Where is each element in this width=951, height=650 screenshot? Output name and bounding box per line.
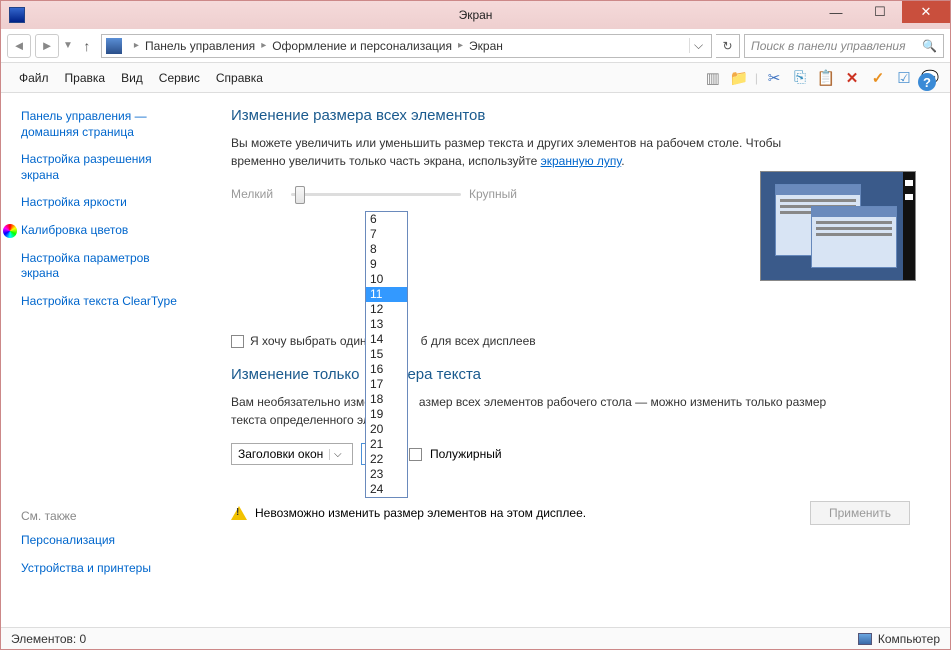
paste-icon[interactable]: 📋 [816,68,836,88]
copy-icon[interactable]: ⎘ [790,68,810,88]
heading-text-only: Изменение толькоера текста [231,366,930,383]
slider-label-small: Мелкий [231,187,283,201]
dropdown-option[interactable]: 7 [366,227,407,242]
checkbox-bold[interactable] [409,448,422,461]
apply-button[interactable]: Применить [810,501,910,525]
dropdown-option[interactable]: 11 [366,287,407,302]
delete-icon[interactable]: ✕ [842,68,862,88]
warning-text: Невозможно изменить размер элементов на … [255,506,586,520]
sidebar-cleartype[interactable]: Настройка текста ClearType [21,294,191,310]
see-also-heading: См. также [21,509,191,523]
checkbox-label-b: б для всех дисплеев [421,334,536,348]
menu-help[interactable]: Справка [208,71,271,85]
search-input[interactable]: Поиск в панели управления 🔍 [744,34,944,58]
breadcrumb-root[interactable]: Панель управления [145,39,255,53]
size-slider[interactable] [291,184,461,204]
search-placeholder: Поиск в панели управления [751,39,906,53]
sidebar-calibration[interactable]: Калибровка цветов [21,223,191,239]
minimize-button[interactable]: — [814,1,858,23]
panes-icon[interactable]: ▥ [703,68,723,88]
folder-icon[interactable]: 📁 [729,68,749,88]
font-size-dropdown[interactable]: 6789101112131415161718192021222324 [365,211,408,498]
dropdown-option[interactable]: 22 [366,452,407,467]
check-icon[interactable]: ✓ [868,68,888,88]
dropdown-option[interactable]: 17 [366,377,407,392]
sidebar-devices[interactable]: Устройства и принтеры [21,561,191,577]
sidebar-brightness[interactable]: Настройка яркости [21,195,191,211]
menu-edit[interactable]: Правка [57,71,114,85]
sidebar: Панель управления — домашняя страница На… [1,93,201,629]
dropdown-option[interactable]: 8 [366,242,407,257]
chevron-down-icon: ⌵ [329,449,345,460]
warning-icon [231,506,247,520]
dropdown-option[interactable]: 16 [366,362,407,377]
main-panel: Изменение размера всех элементов Вы може… [201,93,950,629]
sidebar-params[interactable]: Настройка параметров экрана [21,251,191,282]
statusbar: Элементов: 0 Компьютер [1,627,950,649]
dropdown-option[interactable]: 20 [366,422,407,437]
heading-resize-all: Изменение размера всех элементов [231,107,930,124]
properties-icon[interactable]: ☑ [894,68,914,88]
sidebar-home[interactable]: Панель управления — домашняя страница [21,109,191,140]
breadcrumb[interactable]: ▸ Панель управления ▸ Оформление и персо… [101,34,712,58]
description-2: Вам необязательно измеазмер всех элемент… [231,393,831,429]
checkbox-one-scale[interactable] [231,335,244,348]
dropdown-option[interactable]: 14 [366,332,407,347]
menu-service[interactable]: Сервис [151,71,208,85]
location-icon [106,38,122,54]
breadcrumb-dropdown[interactable]: ⌵ [689,38,707,53]
cut-icon[interactable]: ✂ [764,68,784,88]
computer-icon [858,633,872,645]
maximize-button[interactable]: ☐ [858,1,902,23]
description-1: Вы можете увеличить или уменьшить размер… [231,134,831,170]
sidebar-personalization[interactable]: Персонализация [21,533,191,549]
dropdown-option[interactable]: 13 [366,317,407,332]
dropdown-option[interactable]: 9 [366,257,407,272]
breadcrumb-mid[interactable]: Оформление и персонализация [272,39,452,53]
slider-label-large: Крупный [469,187,521,201]
help-icon[interactable]: ? [918,73,936,91]
magnifier-link[interactable]: экранную лупу [541,154,622,168]
element-combo[interactable]: Заголовки окон ⌵ [231,443,353,465]
bold-label: Полужирный [430,447,502,461]
titlebar: Экран — ☐ ✕ [1,1,950,29]
forward-button[interactable]: ► [35,34,59,58]
refresh-button[interactable]: ↻ [716,34,740,58]
dropdown-option[interactable]: 24 [366,482,407,497]
up-button[interactable]: ↑ [77,38,97,54]
dropdown-option[interactable]: 23 [366,467,407,482]
dropdown-option[interactable]: 18 [366,392,407,407]
dropdown-option[interactable]: 10 [366,272,407,287]
sidebar-resolution[interactable]: Настройка разрешения экрана [21,152,191,183]
dropdown-option[interactable]: 19 [366,407,407,422]
checkbox-label-a: Я хочу выбрать один [250,334,367,348]
status-computer: Компьютер [878,632,940,646]
search-icon[interactable]: 🔍 [922,39,937,53]
slider-thumb[interactable] [295,186,305,204]
menu-file[interactable]: Файл [11,71,57,85]
preview-image [760,171,916,281]
menubar: Файл Правка Вид Сервис Справка ▥ 📁 | ✂ ⎘… [1,63,950,93]
dropdown-option[interactable]: 6 [366,212,407,227]
back-button[interactable]: ◄ [7,34,31,58]
close-button[interactable]: ✕ [902,1,950,23]
window-title: Экран [1,8,950,22]
breadcrumb-leaf[interactable]: Экран [469,39,503,53]
menu-view[interactable]: Вид [113,71,151,85]
status-items: Элементов: 0 [11,632,86,646]
navbar: ◄ ► ▼ ↑ ▸ Панель управления ▸ Оформление… [1,29,950,63]
dropdown-option[interactable]: 12 [366,302,407,317]
dropdown-option[interactable]: 21 [366,437,407,452]
dropdown-option[interactable]: 15 [366,347,407,362]
color-wheel-icon [3,224,17,238]
